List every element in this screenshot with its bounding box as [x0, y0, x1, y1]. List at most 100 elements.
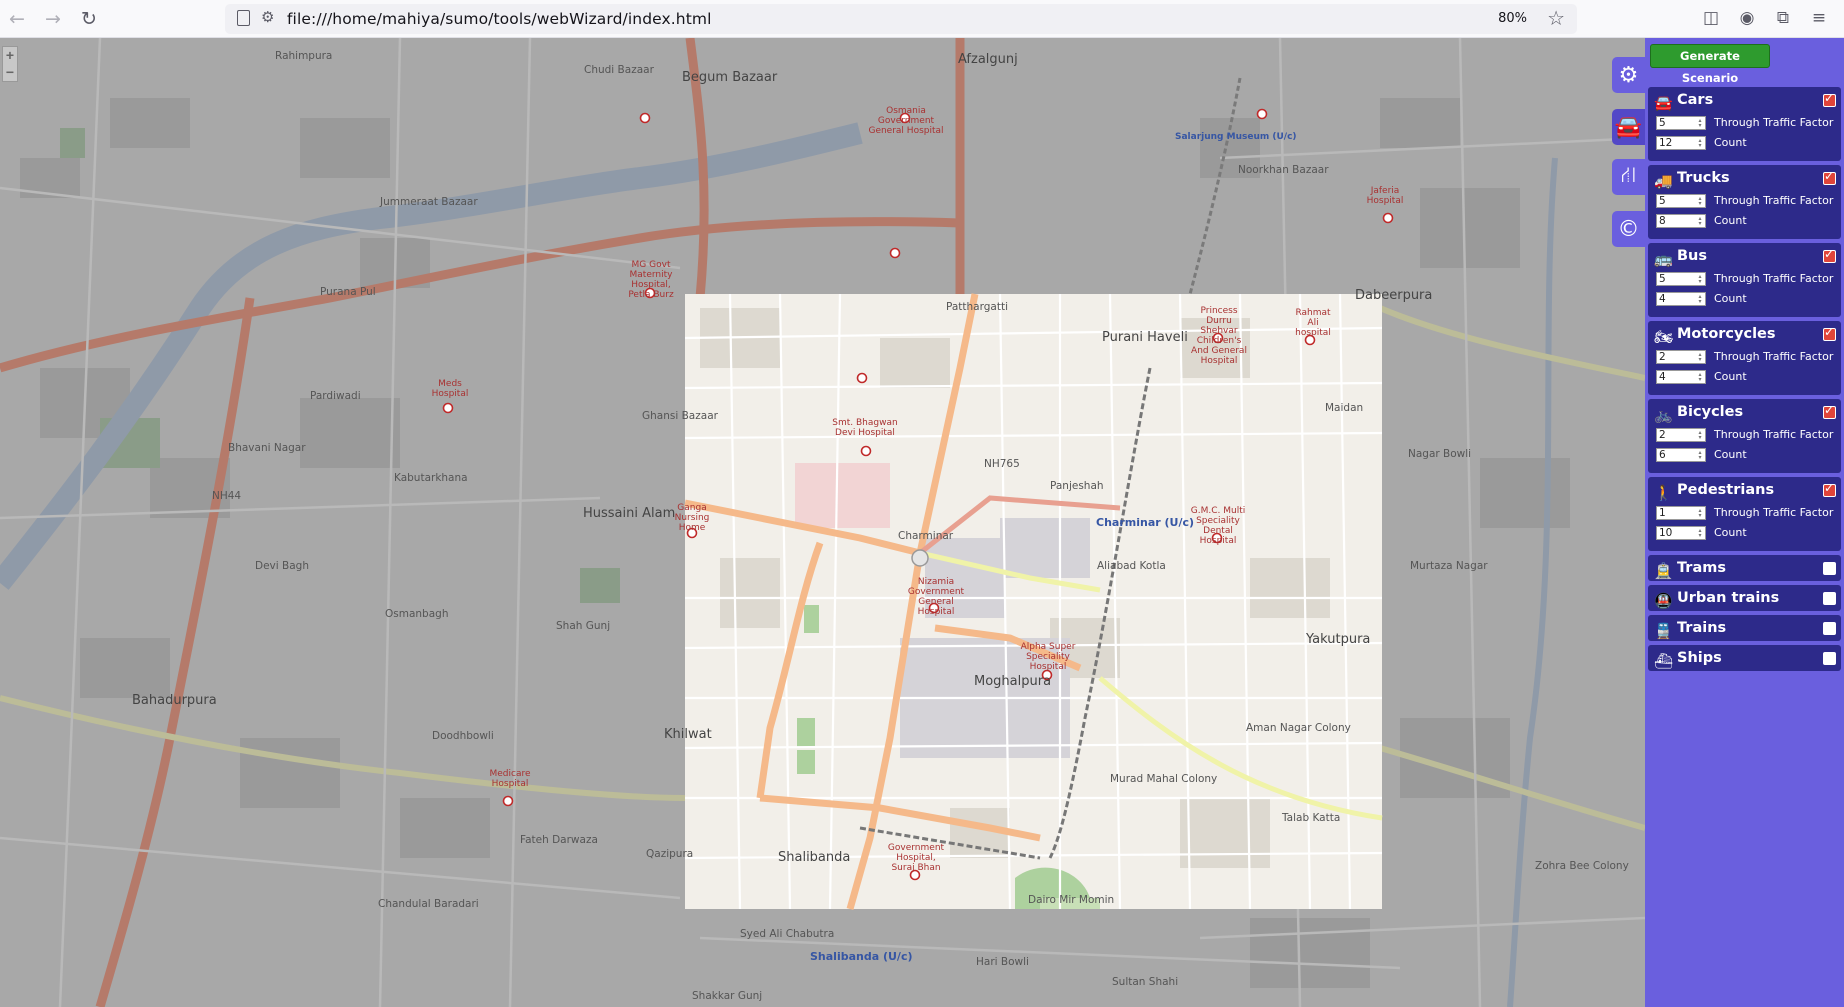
spinner-icon[interactable]: ▴ ▾ [1696, 372, 1704, 383]
spinner-icon[interactable]: ▴ ▾ [1696, 352, 1704, 363]
hospital-label: Ganga Nursing Home [674, 503, 710, 533]
count-input[interactable]: 4 ▴ ▾ [1656, 370, 1706, 384]
hospital-label: Medicare Hospital [489, 769, 531, 789]
map-label: Moghalpura [974, 674, 1052, 689]
spinner-icon[interactable]: ▴ ▾ [1696, 508, 1704, 519]
copyright-icon[interactable]: © [1612, 211, 1645, 247]
extensions-icon[interactable]: ⧉ [1772, 7, 1794, 29]
vehicle-enable-checkbox[interactable] [1823, 622, 1836, 635]
map-label: Maidan [1325, 402, 1364, 414]
page-icon [237, 10, 250, 26]
through-traffic-factor-input[interactable]: 5 ▴ ▾ [1656, 116, 1706, 130]
map-label: Yakutpura [1306, 632, 1371, 647]
vehicle-name: Trains [1677, 620, 1727, 636]
map-label: Dabeerpura [1355, 288, 1433, 303]
vehicle-enable-checkbox[interactable] [1823, 247, 1836, 263]
map-label: Dairo Mir Momin [1028, 894, 1115, 906]
gear-icon[interactable]: ⚙ [1612, 57, 1645, 93]
hospital-label: Smt. Bhagwan Devi Hospital [832, 418, 898, 438]
map-label: Noorkhan Bazaar [1238, 164, 1329, 176]
zoom-level[interactable]: 80% [1498, 11, 1527, 26]
back-arrow-icon[interactable]: ← [6, 8, 28, 30]
vehicle-enable-checkbox[interactable] [1823, 592, 1836, 605]
map-label: Shah Gunj [556, 620, 611, 632]
hospital-label: Government Hospital, Suraj Bhan [887, 843, 945, 873]
vehicle-name: Bicycles [1677, 404, 1744, 420]
vehicle-name: Cars [1677, 92, 1714, 108]
zoom-control[interactable]: + − [2, 46, 18, 82]
count-input[interactable]: 12 ▴ ▾ [1656, 136, 1706, 150]
map-label: Pardiwadi [310, 390, 361, 402]
pedestrian-icon: 🚶 [1654, 484, 1673, 502]
forward-arrow-icon[interactable]: → [42, 8, 64, 30]
spinner-icon[interactable]: ▴ ▾ [1696, 138, 1704, 149]
map-label: Chandulal Baradari [378, 898, 479, 910]
map-label: Jummeraat Bazaar [380, 196, 478, 208]
through-traffic-factor-input[interactable]: 1 ▴ ▾ [1656, 506, 1706, 520]
vehicle-name: Urban trains [1677, 590, 1780, 606]
vehicle-block-ships: ⛴ Ships [1648, 645, 1841, 671]
menu-icon[interactable]: ≡ [1808, 7, 1830, 29]
bookmark-star-icon[interactable]: ☆ [1547, 6, 1565, 30]
vehicle-block-urban-trains: 🚇 Urban trains [1648, 585, 1841, 611]
map-label: Ghansi Bazaar [642, 410, 718, 422]
generate-scenario-button[interactable]: Generate Scenario [1650, 44, 1770, 85]
zoom-in-button[interactable]: + [3, 47, 17, 64]
vehicle-name: Ships [1677, 650, 1722, 666]
hospital-label: G.M.C. Multi Speciality Dental Hospital [1190, 506, 1246, 546]
url-text[interactable]: file:///home/mahiya/sumo/tools/webWizard… [287, 10, 712, 28]
account-icon[interactable]: ◉ [1736, 7, 1758, 29]
browser-toolbar: ← → ↻ ⚙ file:///home/mahiya/sumo/tools/w… [0, 0, 1844, 38]
map-label: Hari Bowli [976, 956, 1029, 968]
spinner-icon[interactable]: ▴ ▾ [1696, 274, 1704, 285]
map-label: Kabutarkhana [394, 472, 468, 484]
vehicle-enable-checkbox[interactable] [1823, 403, 1836, 419]
map-label: Panjeshah [1050, 480, 1104, 492]
map-label: Murtaza Nagar [1410, 560, 1488, 572]
through-traffic-factor-input[interactable]: 2 ▴ ▾ [1656, 428, 1706, 442]
spinner-icon[interactable]: ▴ ▾ [1696, 294, 1704, 305]
factor-label: Through Traffic Factor [1714, 506, 1834, 519]
count-input[interactable]: 6 ▴ ▾ [1656, 448, 1706, 462]
address-bar[interactable]: ⚙ file:///home/mahiya/sumo/tools/webWiza… [225, 4, 1577, 34]
motorcycle-icon: 🏍 [1654, 328, 1674, 346]
through-traffic-factor-input[interactable]: 5 ▴ ▾ [1656, 272, 1706, 286]
bicycle-icon: 🚲 [1654, 406, 1673, 424]
vehicle-enable-checkbox[interactable] [1823, 562, 1836, 575]
spinner-icon[interactable]: ▴ ▾ [1696, 430, 1704, 441]
vehicle-enable-checkbox[interactable] [1823, 91, 1836, 107]
pocket-icon[interactable]: ◫ [1700, 7, 1722, 29]
urban-train-icon: 🚇 [1654, 592, 1673, 610]
through-traffic-factor-input[interactable]: 2 ▴ ▾ [1656, 350, 1706, 364]
vehicle-enable-checkbox[interactable] [1823, 325, 1836, 341]
through-traffic-factor-input[interactable]: 5 ▴ ▾ [1656, 194, 1706, 208]
car-icon[interactable]: 🚘 [1612, 109, 1645, 145]
spinner-icon[interactable]: ▴ ▾ [1696, 450, 1704, 461]
vehicle-enable-checkbox[interactable] [1823, 169, 1836, 185]
zoom-out-button[interactable]: − [3, 64, 17, 81]
permissions-icon[interactable]: ⚙ [261, 8, 274, 26]
vehicle-enable-checkbox[interactable] [1823, 481, 1836, 497]
vehicle-name: Trams [1677, 560, 1726, 576]
hospital-label: Meds Hospital [431, 379, 469, 399]
map-label: Purani Haveli [1102, 330, 1188, 345]
spinner-icon[interactable]: ▴ ▾ [1696, 196, 1704, 207]
reload-icon[interactable]: ↻ [78, 8, 100, 30]
count-label: Count [1714, 136, 1747, 149]
count-input[interactable]: 4 ▴ ▾ [1656, 292, 1706, 306]
count-input[interactable]: 8 ▴ ▾ [1656, 214, 1706, 228]
map-view[interactable]: + − Begum Bazaar Afzalgunj Rahimpura Chu… [0, 38, 1645, 1007]
vehicle-enable-checkbox[interactable] [1823, 652, 1836, 665]
map-label: Devi Bagh [255, 560, 309, 572]
spinner-icon[interactable]: ▴ ▾ [1696, 528, 1704, 539]
road-label: NH44 [212, 490, 242, 502]
spinner-icon[interactable]: ▴ ▾ [1696, 216, 1704, 227]
count-input[interactable]: 10 ▴ ▾ [1656, 526, 1706, 540]
map-label: Purana Pul [320, 286, 376, 298]
tram-icon: 🚊 [1654, 562, 1673, 580]
spinner-icon[interactable]: ▴ ▾ [1696, 118, 1704, 129]
map-label: Khilwat [664, 727, 712, 742]
map-label: Murad Mahal Colony [1110, 773, 1218, 785]
vehicle-block-cars: 🚘Cars 5▴▾ Through Traffic Factor 12▴▾ Co… [1648, 87, 1841, 161]
road-icon[interactable]: ⛙ [1612, 159, 1645, 195]
